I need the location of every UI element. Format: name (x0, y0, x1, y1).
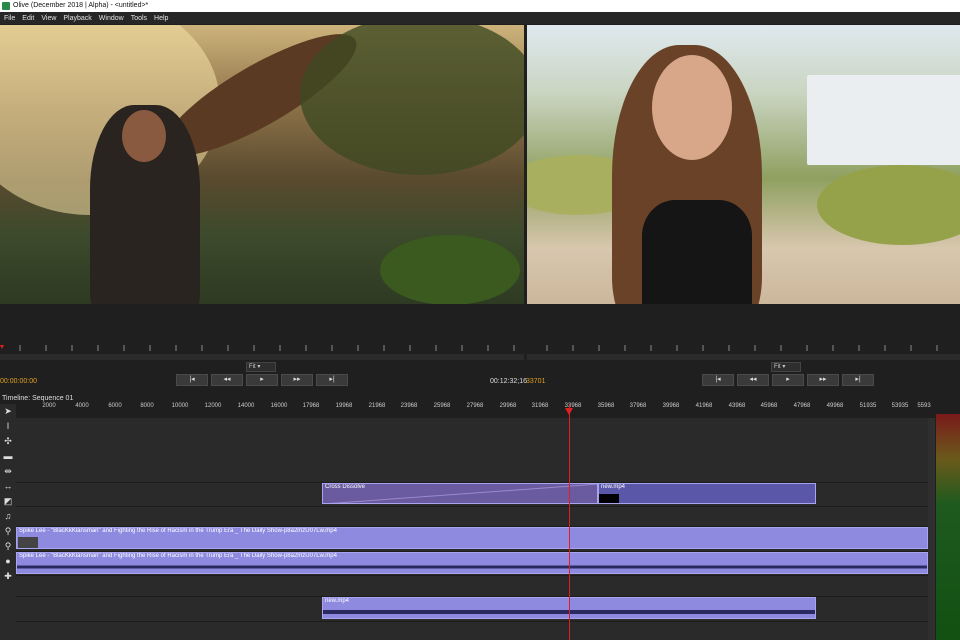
ruler-tick: 49968 (826, 403, 844, 409)
slide-tool-icon[interactable]: ↔ (3, 481, 13, 491)
ruler-tick: 37968 (629, 403, 647, 409)
edit-tool-icon[interactable]: I (3, 421, 13, 431)
woman-face (122, 110, 166, 162)
source-play-button[interactable]: ▸ (246, 374, 278, 386)
menu-file[interactable]: File (4, 15, 15, 22)
ruler-tick: 16000 (270, 403, 288, 409)
source-go-start-button[interactable]: |◂ (176, 374, 208, 386)
title-bar: Olive (December 2018 | Alpha) - <untitle… (0, 0, 960, 12)
ruler-tick: 2000 (42, 403, 56, 409)
ruler-tick: 10000 (171, 403, 189, 409)
bushes-right (817, 165, 960, 245)
ruler-tick: 53935 (891, 403, 909, 409)
source-scrollbar[interactable] (0, 354, 524, 360)
foliage (300, 25, 524, 175)
source-go-end-button[interactable]: ▸| (316, 374, 348, 386)
source-transport: |◂ ◂◂ ▸ ▸▸ ▸| (176, 374, 348, 386)
ruler-tick: 8000 (140, 403, 154, 409)
ruler-tick: 51935 (859, 403, 877, 409)
menu-playback[interactable]: Playback (63, 15, 91, 22)
playhead-marker-icon[interactable] (565, 408, 573, 415)
menu-bar: File Edit View Playback Window Tools Hel… (0, 12, 960, 24)
sequence-scrub-ruler[interactable] (527, 343, 960, 353)
ruler-tick: 45968 (760, 403, 778, 409)
timeline-playhead[interactable] (569, 405, 570, 640)
timeline-ruler[interactable]: 2000 4000 6000 8000 10000 12000 14000 16… (16, 402, 931, 416)
audio-level-meter (936, 414, 960, 640)
ruler-tick: 19968 (335, 403, 353, 409)
source-scrub-ruler[interactable] (0, 343, 524, 353)
audio-waveform (17, 565, 927, 569)
building (807, 75, 960, 165)
sequence-fast-forward-button[interactable]: ▸▸ (807, 374, 839, 386)
ruler-tick: 47968 (793, 403, 811, 409)
ruler-tick: 4000 (75, 403, 89, 409)
transition-diagonal (329, 484, 597, 503)
timeline-tracks[interactable]: Cross Dissolve new.mp4 Spike Lee - "Blac… (16, 418, 928, 640)
ruler-tick: 39968 (662, 403, 680, 409)
timeline-scrollbar[interactable] (928, 418, 935, 640)
audio-tool-icon[interactable]: ♫ (3, 511, 13, 521)
black-top (642, 200, 752, 304)
clip-thumbnail (599, 494, 619, 503)
zoom-in-icon[interactable]: ⚲ (3, 526, 13, 536)
ruler-tick: 6000 (108, 403, 122, 409)
ruler-tick: 43968 (728, 403, 746, 409)
zoom-out-icon[interactable]: ⚲ (3, 541, 13, 551)
sequence-timecode: 00:12:32;16 (490, 378, 527, 385)
sequence-viewer-image (527, 25, 960, 304)
sequence-go-start-button[interactable]: |◂ (702, 374, 734, 386)
source-viewer-image (0, 25, 524, 304)
sequence-scrollbar[interactable] (527, 354, 960, 360)
sequence-rewind-button[interactable]: ◂◂ (737, 374, 769, 386)
source-timecode: 00:00:00:00 (0, 378, 37, 385)
timeline-title: Timeline: Sequence 01 (2, 395, 74, 402)
menu-window[interactable]: Window (99, 15, 124, 22)
record-icon[interactable]: ● (3, 556, 13, 566)
transition-tool-icon[interactable]: ◩ (3, 496, 13, 506)
ripple-tool-icon[interactable]: ✣ (3, 436, 13, 446)
add-icon[interactable]: ✚ (3, 571, 13, 581)
razor-tool-icon[interactable]: ▬ (3, 451, 13, 461)
video-clip-new[interactable]: new.mp4 (598, 483, 816, 504)
menu-view[interactable]: View (41, 15, 56, 22)
hedge (380, 235, 520, 304)
ruler-tick: 41968 (695, 403, 713, 409)
sequence-go-end-button[interactable]: ▸| (842, 374, 874, 386)
ruler-tick: 17968 (302, 403, 320, 409)
sequence-transport: |◂ ◂◂ ▸ ▸▸ ▸| (702, 374, 874, 386)
ruler-tick: 25968 (433, 403, 451, 409)
ruler-tick: 27968 (466, 403, 484, 409)
ruler-tick: 29968 (499, 403, 517, 409)
video-clip-spike-lee[interactable]: Spike Lee - "BlacKkKlansman" and Fightin… (16, 527, 928, 549)
pointer-tool-icon[interactable]: ➤ (3, 406, 13, 416)
ruler-tick: 21968 (368, 403, 386, 409)
slip-tool-icon[interactable]: ⇹ (3, 466, 13, 476)
source-fast-forward-button[interactable]: ▸▸ (281, 374, 313, 386)
menu-edit[interactable]: Edit (22, 15, 34, 22)
ruler-tick: 31968 (531, 403, 549, 409)
menu-tools[interactable]: Tools (131, 15, 147, 22)
sequence-play-button[interactable]: ▸ (772, 374, 804, 386)
clip-thumbnail (18, 537, 38, 548)
ruler-tick: 23968 (400, 403, 418, 409)
app-icon (2, 2, 10, 10)
ruler-tick: 5593 (917, 403, 931, 409)
ruler-tick: 35968 (597, 403, 615, 409)
track-divider (16, 506, 928, 507)
ruler-tick: 12000 (204, 403, 222, 409)
track-divider (16, 621, 928, 622)
source-rewind-button[interactable]: ◂◂ (211, 374, 243, 386)
woman-face-2 (652, 55, 732, 160)
window-title: Olive (December 2018 | Alpha) - <untitle… (13, 2, 149, 9)
sequence-duration: 33701 (526, 378, 546, 385)
track-divider (16, 575, 928, 576)
menu-help[interactable]: Help (154, 15, 168, 22)
audio-clip-spike-lee[interactable]: Spike Lee - "BlacKkKlansman" and Fightin… (16, 552, 928, 574)
timeline-toolbar: ➤ I ✣ ▬ ⇹ ↔ ◩ ♫ ⚲ ⚲ ● ✚ (0, 404, 16, 640)
ruler-tick: 14000 (237, 403, 255, 409)
cross-dissolve-transition[interactable]: Cross Dissolve (322, 483, 598, 504)
sequence-zoom-select[interactable]: Fit ▾ (771, 362, 801, 372)
source-zoom-select[interactable]: Fit ▾ (246, 362, 276, 372)
